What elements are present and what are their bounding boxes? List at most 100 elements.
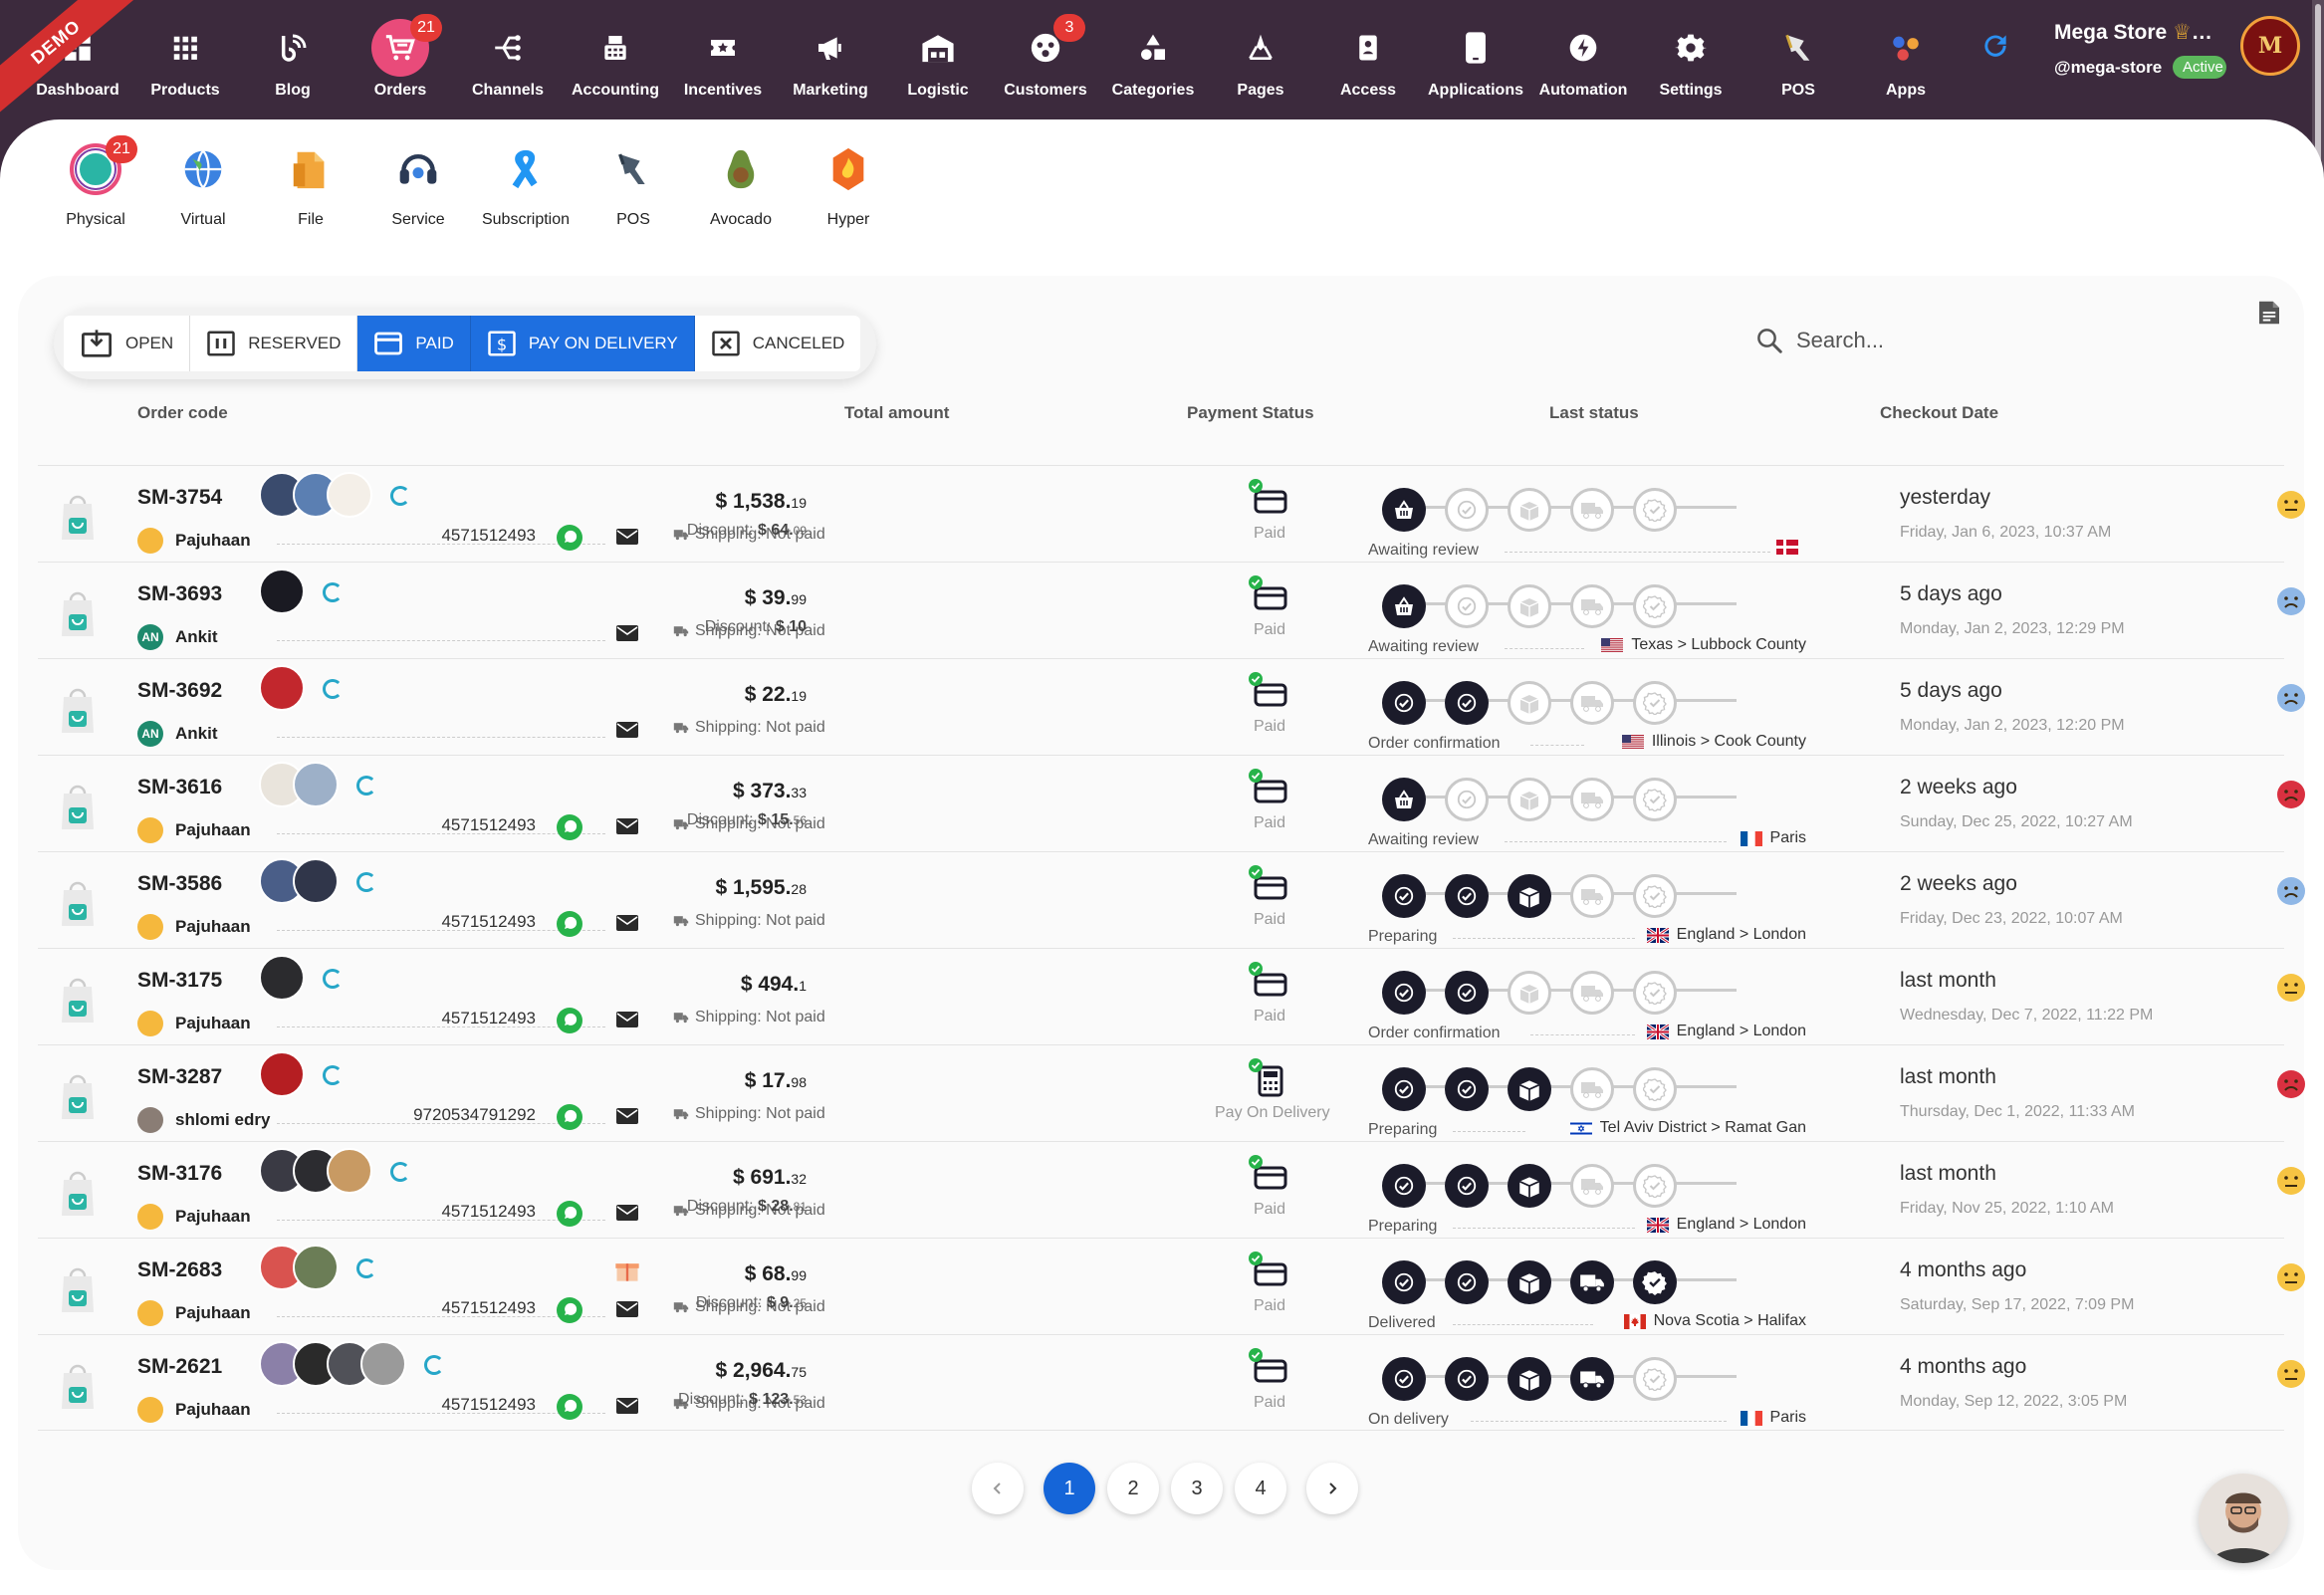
table-row[interactable]: SM-3693 AN Ankit Shipping: Not paid $ 39… — [38, 562, 2305, 658]
table-row[interactable]: SM-3287 shlomi edry 9720534791292 Shippi… — [38, 1044, 2305, 1141]
product-thumbnail[interactable] — [327, 472, 372, 518]
nav-blog[interactable]: Blog — [239, 0, 347, 119]
customer[interactable]: shlomi edry — [137, 1107, 270, 1133]
nav-automation[interactable]: Automation — [1529, 0, 1637, 119]
customer[interactable]: Pajuhaan — [137, 1300, 251, 1326]
customer[interactable]: Pajuhaan — [137, 1397, 251, 1423]
mail-icon[interactable] — [615, 1204, 639, 1222]
support-chat-avatar[interactable] — [2199, 1474, 2288, 1563]
refresh-icon[interactable] — [1979, 30, 2011, 62]
product-thumbnail[interactable] — [259, 569, 305, 614]
whatsapp-icon[interactable] — [556, 1103, 583, 1131]
page-1-button[interactable]: 1 — [1044, 1463, 1095, 1514]
order-code[interactable]: SM-2621 — [137, 1355, 222, 1379]
page-4-button[interactable]: 4 — [1235, 1463, 1286, 1514]
nav-products[interactable]: Products — [131, 0, 239, 119]
product-thumbnail[interactable] — [293, 762, 339, 807]
table-row[interactable]: SM-3616 Pajuhaan 4571512493 Shipping: No… — [38, 755, 2305, 851]
subnav-subscription[interactable]: Subscription — [472, 141, 580, 229]
subnav-avocado[interactable]: Avocado — [687, 141, 795, 229]
subnav-file[interactable]: File — [257, 141, 364, 229]
order-code[interactable]: SM-3287 — [137, 1065, 222, 1089]
table-row[interactable]: SM-2621 Pajuhaan 4571512493 Shipping: No… — [38, 1334, 2305, 1431]
filter-pay-on-delivery-button[interactable]: $ PAY ON DELIVERY — [470, 316, 695, 371]
filter-open-button[interactable]: OPEN — [64, 316, 191, 371]
product-thumbnail[interactable] — [293, 858, 339, 904]
customer[interactable]: AN Ankit — [137, 721, 218, 747]
mail-icon[interactable] — [615, 1300, 639, 1318]
nav-pages[interactable]: Pages — [1207, 0, 1314, 119]
nav-channels[interactable]: Channels — [454, 0, 562, 119]
subnav-hyper[interactable]: Hyper — [795, 141, 902, 229]
filter-paid-button[interactable]: PAID — [357, 316, 471, 371]
nav-settings[interactable]: Settings — [1637, 0, 1744, 119]
whatsapp-icon[interactable] — [556, 524, 583, 552]
whatsapp-icon[interactable] — [556, 1007, 583, 1034]
next-page-button[interactable] — [1306, 1463, 1358, 1514]
whatsapp-icon[interactable] — [556, 1200, 583, 1228]
filter-canceled-button[interactable]: CANCELED — [694, 316, 861, 371]
product-thumbnail[interactable] — [293, 1245, 339, 1290]
page-3-button[interactable]: 3 — [1171, 1463, 1223, 1514]
nav-customers[interactable]: Customers 3 — [992, 0, 1099, 119]
nav-incentives[interactable]: Incentives — [669, 0, 777, 119]
order-code[interactable]: SM-3754 — [137, 486, 222, 510]
subnav-physical[interactable]: Physical 21 — [42, 135, 149, 229]
product-thumbnail[interactable] — [259, 955, 305, 1001]
account-panel[interactable]: Mega Store ♕… @mega-store Active M — [2051, 16, 2310, 106]
whatsapp-icon[interactable] — [556, 910, 583, 938]
order-code[interactable]: SM-3693 — [137, 582, 222, 606]
whatsapp-icon[interactable] — [556, 1393, 583, 1421]
mail-icon[interactable] — [615, 914, 639, 932]
table-row[interactable]: SM-3692 AN Ankit Shipping: Not paid $ 22… — [38, 658, 2305, 755]
order-code[interactable]: SM-3616 — [137, 776, 222, 799]
mail-icon[interactable] — [615, 817, 639, 835]
subnav-pos[interactable]: POS — [580, 141, 687, 229]
search-input[interactable] — [1796, 328, 2095, 353]
table-row[interactable]: SM-3586 Pajuhaan 4571512493 Shipping: No… — [38, 851, 2305, 948]
customer[interactable]: Pajuhaan — [137, 1011, 251, 1036]
order-code[interactable]: SM-2683 — [137, 1258, 222, 1282]
mail-icon[interactable] — [615, 1011, 639, 1028]
order-code[interactable]: SM-3175 — [137, 969, 222, 993]
whatsapp-icon[interactable] — [556, 813, 583, 841]
product-thumbnail[interactable] — [327, 1148, 372, 1194]
customer[interactable]: AN Ankit — [137, 624, 218, 650]
nav-accounting[interactable]: Accounting — [562, 0, 669, 119]
mail-icon[interactable] — [615, 721, 639, 739]
nav-categories[interactable]: Categories — [1099, 0, 1207, 119]
mail-icon[interactable] — [615, 624, 639, 642]
prev-page-button[interactable] — [972, 1463, 1024, 1514]
customer[interactable]: Pajuhaan — [137, 1204, 251, 1230]
nav-apps[interactable]: Apps — [1852, 0, 1960, 119]
whatsapp-icon[interactable] — [556, 1296, 583, 1324]
customer[interactable]: Pajuhaan — [137, 817, 251, 843]
product-thumbnail[interactable] — [360, 1341, 406, 1387]
nav-logistic[interactable]: Logistic — [884, 0, 992, 119]
table-row[interactable]: SM-3175 Pajuhaan 4571512493 Shipping: No… — [38, 948, 2305, 1044]
product-thumbnail[interactable] — [259, 665, 305, 711]
subnav-virtual[interactable]: Virtual — [149, 141, 257, 229]
export-document-icon[interactable] — [2254, 298, 2284, 328]
order-code[interactable]: SM-3176 — [137, 1162, 222, 1186]
nav-applications[interactable]: Applications — [1422, 0, 1529, 119]
table-row[interactable]: SM-3754 Pajuhaan 4571512493 Shipping: No… — [38, 465, 2305, 562]
nav-access[interactable]: Access — [1314, 0, 1422, 119]
table-row[interactable]: SM-2683 Pajuhaan 4571512493 Shipping: No… — [38, 1238, 2305, 1334]
nav-pos[interactable]: POS — [1744, 0, 1852, 119]
mail-icon[interactable] — [615, 1397, 639, 1415]
customer[interactable]: Pajuhaan — [137, 914, 251, 940]
avatar[interactable]: M — [2240, 16, 2300, 76]
order-code[interactable]: SM-3692 — [137, 679, 222, 703]
subnav-service[interactable]: Service — [364, 141, 472, 229]
order-code[interactable]: SM-3586 — [137, 872, 222, 896]
nav-marketing[interactable]: Marketing — [777, 0, 884, 119]
page-2-button[interactable]: 2 — [1107, 1463, 1159, 1514]
mail-icon[interactable] — [615, 1107, 639, 1125]
customer[interactable]: Pajuhaan — [137, 528, 251, 554]
search-box[interactable] — [1754, 326, 2095, 355]
mail-icon[interactable] — [615, 528, 639, 546]
filter-reserved-button[interactable]: RESERVED — [190, 316, 358, 371]
nav-orders[interactable]: Orders 21 — [347, 0, 454, 119]
product-thumbnail[interactable] — [259, 1051, 305, 1097]
